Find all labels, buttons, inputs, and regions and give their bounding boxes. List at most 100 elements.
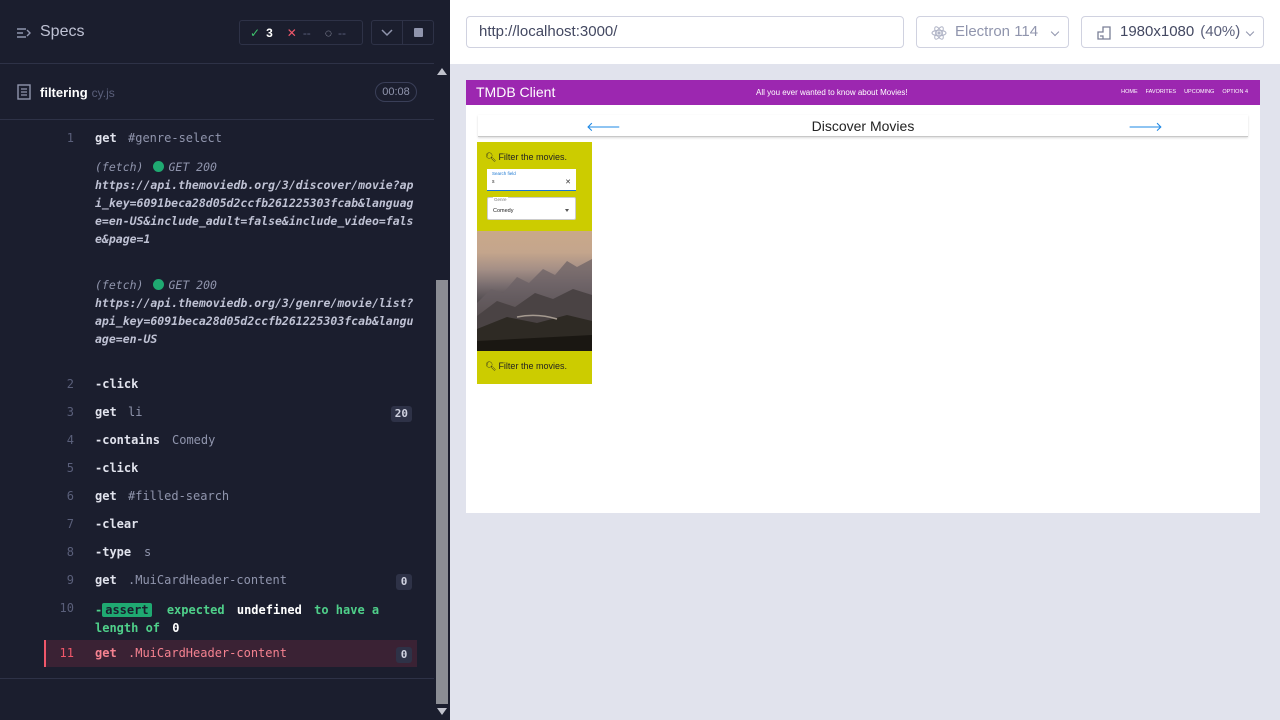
chevron-down-icon [1245,27,1255,37]
command-message: #genre-select [128,131,222,145]
filter-card: 🔍︎ Filter the movies. [477,351,592,384]
close-icon[interactable]: ✕ [565,178,571,186]
stop-button[interactable] [402,20,434,45]
assert-row[interactable]: 10 - assert expected undefined to have a … [44,601,417,637]
fetch-log-entry[interactable]: (fetch) GET 200 https://api.themoviedb.or… [95,158,415,248]
command-message: .MuiCardHeader-content [128,573,287,587]
pending-count: -- [337,25,346,40]
genre-value: Comedy [493,208,514,214]
command-name: get [95,405,117,419]
fetch-status: GET 200 [168,278,217,292]
fetch-status: GET 200 [168,160,217,174]
search-input[interactable]: Search field s ✕ [487,169,576,191]
spec-file-row[interactable]: filtering cy.js 00:08 [0,65,434,120]
arrow-right-icon[interactable]: 🡒 [1128,119,1163,135]
command-name: -click [95,377,139,391]
page-header: 🡐 Discover Movies 🡒 [478,115,1248,137]
genre-label: Genre [493,197,508,202]
specs-list-icon[interactable] [16,25,32,41]
cross-icon: ✕ [286,25,297,40]
status-dot-icon [153,279,165,290]
passed-count: 3 [266,25,273,40]
aut-toolbar: http://localhost:3000/ Electron 114 1980… [450,0,1280,64]
command-name: -clear [95,517,139,531]
command-message: #filled-search [128,489,230,503]
command-number: 10 [59,601,74,615]
viewport-scale: (40%) [1200,23,1241,40]
app-tagline: All you ever wanted to know about Movies… [756,88,908,97]
app-under-test: TMDB Client All you ever wanted to know … [466,80,1260,513]
nav-home[interactable]: HOME [1121,89,1138,95]
fetch-log-entry[interactable]: (fetch) GET 200 https://api.themoviedb.or… [95,276,415,348]
viewport-selector[interactable]: 1980x1080 (40%) [1081,16,1264,48]
stop-icon [414,28,423,37]
command-name: get [95,646,117,660]
command-number: 11 [59,646,74,660]
command-number: 9 [66,573,74,587]
browser-selector[interactable]: Electron 114 [916,16,1069,48]
command-name: get [95,573,117,587]
command-number: 7 [66,517,74,531]
specs-header: Specs ✓ 3 ✕ -- ◌ -- [0,0,434,64]
genre-select[interactable]: Genre Comedy [487,197,576,220]
command-message: li [128,405,143,419]
command-number: 5 [66,461,74,475]
command-name: -click [95,461,139,475]
search-label: Search field [492,171,516,176]
search-value: s [492,179,495,185]
test-stats: ✓ 3 ✕ -- ◌ -- [239,20,363,45]
spec-duration: 00:08 [375,82,417,102]
fetch-label: (fetch) [95,278,144,292]
command-number: 4 [66,433,74,447]
failed-count: -- [302,25,311,40]
failed-command-row[interactable]: 11 get .MuiCardHeader-content 0 [44,640,417,667]
fetch-label: (fetch) [95,160,144,174]
scroll-up-arrow-icon[interactable] [437,68,447,75]
filter-card-image [477,231,592,351]
element-count-badge: 20 [390,406,412,422]
divider [0,678,434,679]
command-log-panel: Specs ✓ 3 ✕ -- ◌ -- filtering cy.js 00:08 [0,0,450,720]
status-dot-icon [153,161,165,172]
search-icon: 🔍︎ [485,152,497,162]
specs-title[interactable]: Specs [40,23,84,41]
command-log-scrollbar[interactable] [434,64,450,720]
command-list: 1 get #genre-select (fetch) GET 200 https… [44,124,417,670]
command-number: 3 [66,405,74,419]
nav-option-4[interactable]: OPTION 4 [1222,89,1248,95]
filter-card-header: 🔍︎ Filter the movies. [485,152,567,162]
electron-icon [931,26,947,40]
command-message: .MuiCardHeader-content [128,646,287,660]
ruler-icon [1097,26,1111,40]
filter-card-header: 🔍︎ Filter the movies. [485,361,567,371]
caret-down-icon [565,209,569,212]
search-icon: 🔍︎ [485,361,497,371]
element-count-badge: 0 [396,574,412,590]
spec-file-ext: cy.js [91,86,115,100]
command-message: s [144,545,152,559]
command-number: 1 [66,131,74,145]
check-icon: ✓ [250,25,261,40]
chevron-down-icon [381,29,393,37]
fetch-url: https://api.themoviedb.org/3/genre/movie… [95,296,414,346]
chevron-down-icon [1050,27,1060,37]
spec-file-name: filtering cy.js [40,85,115,100]
command-number: 8 [66,545,74,559]
command-name: get [95,131,117,145]
url-bar[interactable]: http://localhost:3000/ [466,16,904,48]
document-icon [17,84,31,100]
assert-message: - assert expected undefined to have a len… [95,603,380,635]
command-number: 6 [66,489,74,503]
command-number: 2 [66,377,74,391]
viewport-size: 1980x1080 [1120,23,1195,40]
scroll-thumb[interactable] [436,280,448,704]
scroll-down-arrow-icon[interactable] [437,708,447,715]
collapse-button[interactable] [371,20,403,45]
filter-card: 🔍︎ Filter the movies. Search field s ✕ Ge… [477,142,592,231]
nav-upcoming[interactable]: UPCOMING [1184,89,1214,95]
app-bar: TMDB Client All you ever wanted to know … [466,80,1260,105]
nav-favorites[interactable]: FAVORITES [1146,89,1176,95]
app-nav: HOME FAVORITES UPCOMING OPTION 4 [1121,89,1248,95]
command-message: Comedy [172,433,216,447]
app-title: TMDB Client [476,84,556,100]
